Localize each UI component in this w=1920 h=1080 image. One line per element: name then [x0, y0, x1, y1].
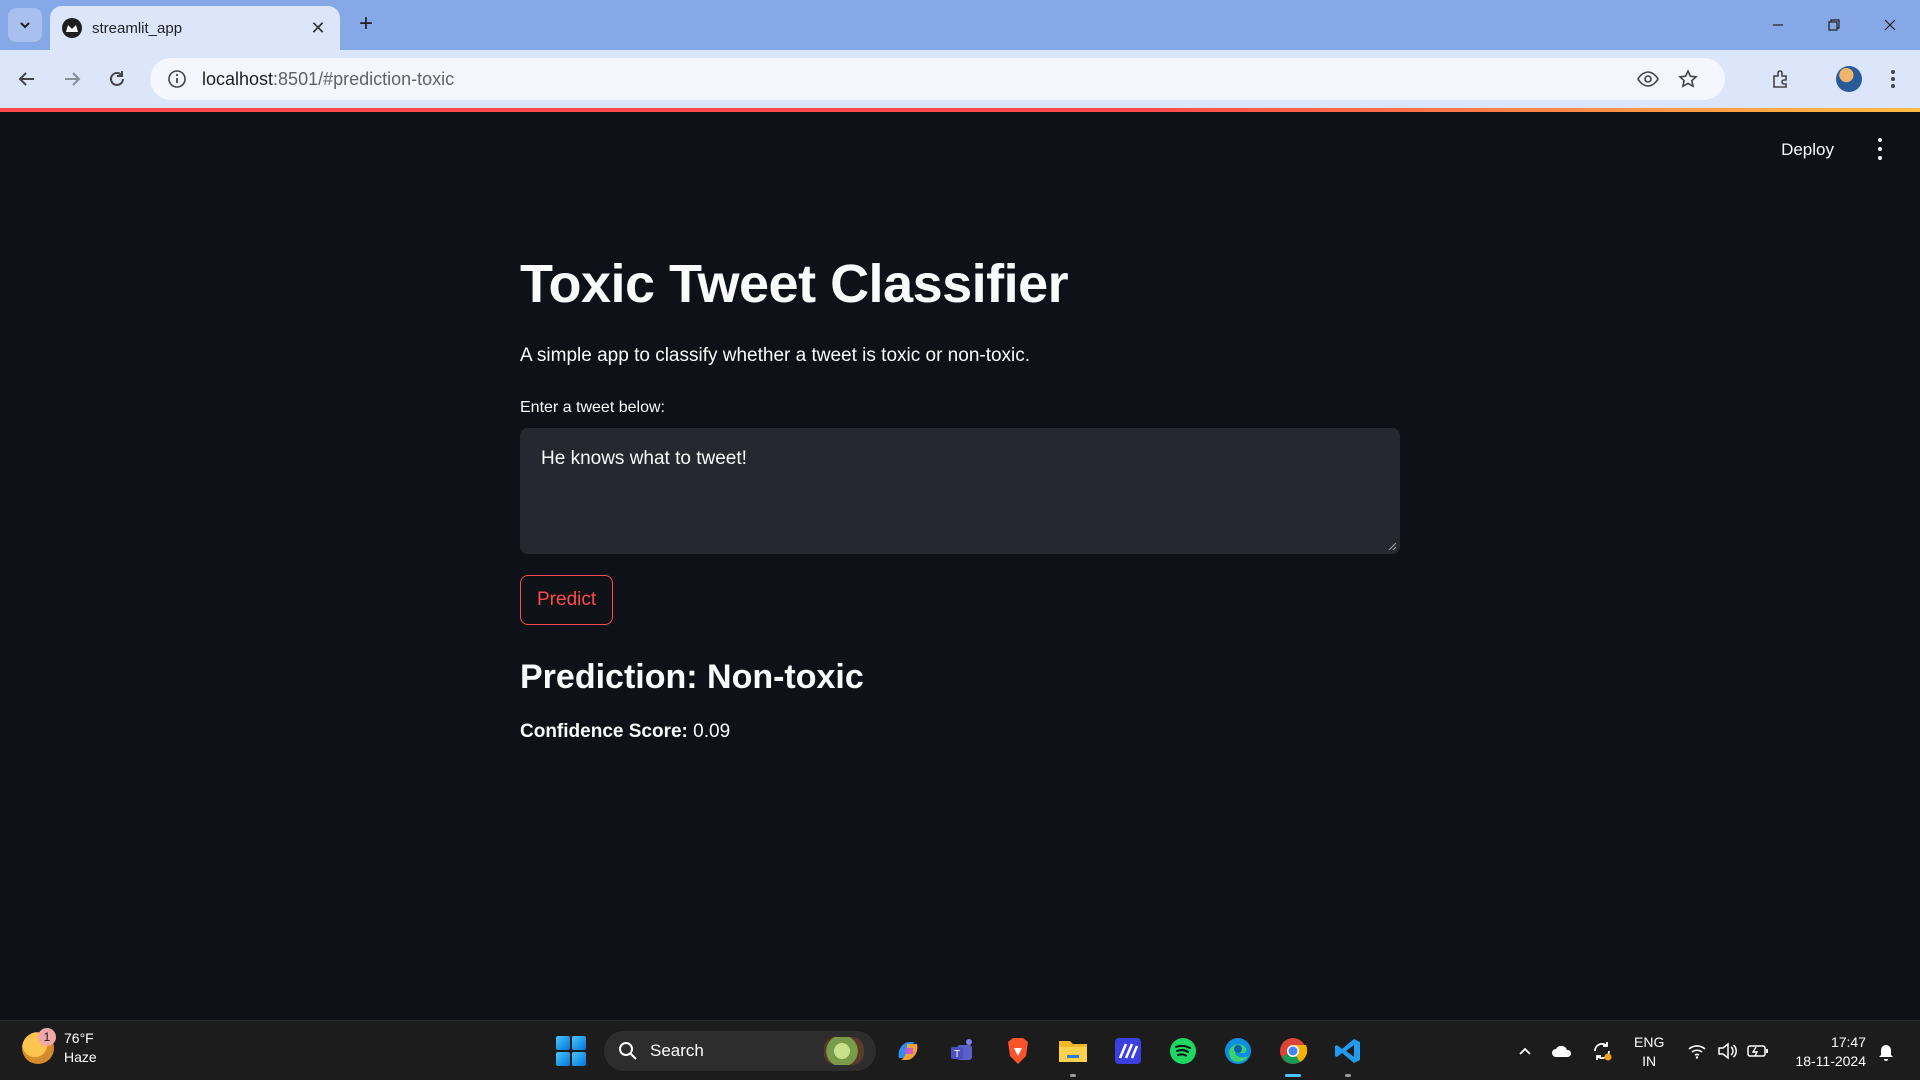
weather-description: Haze	[64, 1048, 97, 1065]
bookmark-star-icon[interactable]	[1671, 58, 1705, 100]
svg-text:T: T	[954, 1049, 960, 1060]
teams-icon[interactable]: T	[945, 1033, 981, 1069]
confidence-value: 0.09	[687, 721, 731, 743]
restore-icon	[1828, 19, 1840, 31]
close-icon[interactable]: ✕	[308, 18, 328, 39]
chevron-down-icon	[20, 22, 30, 29]
main-content: Toxic Tweet Classifier A simple app to c…	[520, 254, 1400, 743]
chevron-up-icon[interactable]	[1510, 1021, 1540, 1080]
tweet-input-label: Enter a tweet below:	[520, 399, 665, 417]
tab-title: streamlit_app	[92, 19, 183, 37]
tab-search-button[interactable]	[8, 8, 42, 42]
wifi-icon[interactable]	[1682, 1021, 1712, 1080]
notification-bell-icon[interactable]	[1872, 1021, 1900, 1080]
tweet-input-value: He knows what to tweet!	[541, 448, 747, 470]
spotify-icon[interactable]	[1165, 1033, 1201, 1069]
clock-time: 17:47	[1830, 1034, 1866, 1050]
url-host: localhost	[202, 68, 274, 89]
brave-icon[interactable]	[1000, 1033, 1036, 1069]
input-language[interactable]: ENG IN	[1634, 1033, 1664, 1071]
onedrive-cloud-icon[interactable]	[1546, 1021, 1578, 1080]
search-icon	[619, 1042, 637, 1060]
avatar	[1836, 66, 1862, 92]
eye-icon[interactable]	[1631, 58, 1665, 100]
browser-tab[interactable]: streamlit_app ✕	[50, 6, 340, 50]
search-label: Search	[650, 1041, 704, 1060]
close-icon	[1884, 19, 1896, 31]
reload-icon	[110, 71, 124, 86]
chrome-icon[interactable]	[1275, 1033, 1311, 1077]
streamlit-header: Deploy	[0, 112, 1920, 182]
volume-icon[interactable]	[1712, 1021, 1742, 1080]
extensions-icon[interactable]	[1764, 62, 1798, 96]
site-info-icon[interactable]	[166, 68, 188, 90]
confidence-label: Confidence Score:	[520, 721, 688, 743]
weather-temperature: 76°F	[64, 1030, 94, 1046]
clock-date: 18-11-2024	[1795, 1052, 1866, 1069]
app-description: A simple app to classify whether a tweet…	[520, 345, 1031, 367]
start-button[interactable]	[556, 1036, 586, 1066]
search-highlight-icon	[824, 1037, 864, 1065]
streamlit-favicon-icon	[62, 18, 82, 38]
arrow-right-icon	[65, 72, 81, 86]
prediction-result: Prediction: Non-toxic	[520, 658, 864, 697]
sync-icon[interactable]	[1586, 1021, 1618, 1080]
address-bar[interactable]: localhost:8501/#prediction-toxic	[150, 58, 1725, 100]
confidence-score: Confidence Score: 0.09	[520, 721, 1400, 743]
weather-sun-icon: 1	[22, 1027, 56, 1064]
url-path: :8501/#prediction-toxic	[273, 68, 455, 89]
taskbar-search[interactable]: Search	[604, 1031, 876, 1071]
new-tab-button[interactable]: +	[352, 10, 380, 38]
mathpix-icon[interactable]	[1110, 1033, 1146, 1069]
system-clock[interactable]: 17:47 18-11-2024	[1786, 1033, 1866, 1071]
reload-button[interactable]	[100, 62, 134, 96]
page-title: Toxic Tweet Classifier	[520, 254, 1069, 314]
minimize-icon	[1773, 24, 1783, 26]
edge-icon[interactable]	[1220, 1033, 1256, 1069]
resize-handle-icon[interactable]	[1387, 541, 1397, 551]
main-menu-icon[interactable]	[1874, 138, 1886, 160]
close-window-button[interactable]	[1862, 0, 1918, 50]
minimize-button[interactable]	[1750, 0, 1806, 50]
language-code: ENG	[1634, 1034, 1665, 1050]
weather-badge: 1	[38, 1027, 56, 1046]
vscode-icon[interactable]	[1330, 1033, 1366, 1077]
taskbar: 1 76°F Haze Search T ENG IN 17:47 18-11-…	[0, 1020, 1920, 1080]
predict-button[interactable]: Predict	[520, 575, 614, 626]
profile-avatar[interactable]	[1832, 62, 1866, 96]
tweet-input[interactable]: He knows what to tweet!	[520, 428, 1400, 555]
file-explorer-icon[interactable]	[1055, 1033, 1091, 1077]
browser-menu-icon[interactable]	[1876, 62, 1910, 96]
copilot-icon[interactable]	[890, 1033, 926, 1069]
forward-button[interactable]	[55, 62, 89, 96]
browser-tab-bar: streamlit_app ✕ +	[0, 0, 1920, 50]
deploy-button[interactable]: Deploy	[1781, 140, 1834, 160]
region-code: IN	[1642, 1052, 1657, 1069]
restore-button[interactable]	[1806, 0, 1862, 50]
weather-widget[interactable]: 1 76°F Haze	[22, 1027, 97, 1067]
arrow-left-icon	[18, 72, 34, 86]
battery-icon[interactable]	[1742, 1021, 1774, 1080]
browser-toolbar: localhost:8501/#prediction-toxic	[0, 50, 1920, 108]
back-button[interactable]	[10, 62, 44, 96]
